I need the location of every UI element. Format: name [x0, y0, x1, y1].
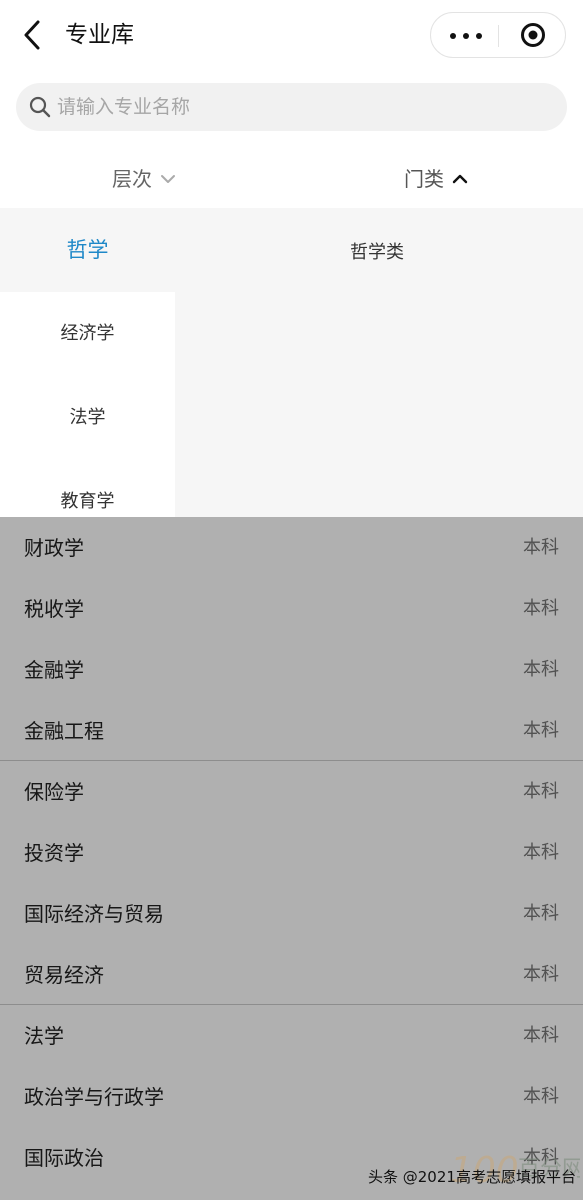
category-item-philosophy[interactable]: 哲学 — [0, 208, 175, 292]
major-level: 本科 — [523, 1025, 559, 1046]
subcategory-item-philosophy[interactable]: 哲学类 — [350, 238, 404, 264]
more-dots-icon — [450, 33, 456, 39]
major-level: 本科 — [523, 964, 559, 985]
major-name: 保险学 — [24, 780, 84, 804]
back-chevron-icon — [24, 20, 40, 50]
major-list: 财政学 本科 税收学 本科 金融学 本科 金融工程 本科 保险学 本科 投资学 … — [0, 517, 583, 1200]
major-level: 本科 — [523, 903, 559, 924]
watermark-text: 头条 @2021高考志愿填报平台 — [368, 1168, 576, 1186]
search-icon — [29, 96, 51, 118]
list-item[interactable]: 国际经济与贸易 本科 — [0, 883, 583, 944]
major-name: 国际政治 — [24, 1146, 104, 1170]
page-title: 专业库 — [65, 22, 134, 48]
level-filter-label: 层次 — [112, 167, 152, 191]
nav-bar: 专业库 — [0, 0, 583, 70]
list-item[interactable]: 投资学 本科 — [0, 822, 583, 883]
list-item[interactable]: 保险学 本科 — [0, 761, 583, 822]
major-name: 金融工程 — [24, 719, 104, 743]
search-placeholder: 请输入专业名称 — [57, 96, 191, 118]
category-list: 哲学 经济学 法学 教育学 — [0, 208, 175, 518]
more-dots-icon — [476, 33, 482, 39]
major-name: 法学 — [24, 1024, 64, 1048]
capsule-divider — [498, 25, 499, 47]
major-name: 国际经济与贸易 — [24, 902, 164, 926]
category-filter[interactable]: 门类 — [404, 162, 468, 196]
major-level: 本科 — [523, 720, 559, 741]
close-mini-program-button[interactable] — [520, 22, 546, 48]
major-name: 政治学与行政学 — [24, 1085, 164, 1109]
mini-program-capsule — [430, 12, 566, 58]
major-level: 本科 — [523, 781, 559, 802]
category-filter-label: 门类 — [404, 167, 444, 191]
major-level: 本科 — [523, 598, 559, 619]
chevron-up-icon — [452, 174, 468, 184]
major-level: 本科 — [523, 1086, 559, 1107]
category-item-law[interactable]: 法学 — [0, 376, 175, 460]
target-circle-icon — [521, 23, 545, 47]
major-level: 本科 — [523, 659, 559, 680]
list-item[interactable]: 金融工程 本科 — [0, 700, 583, 761]
more-dots-icon — [463, 33, 469, 39]
major-name: 金融学 — [24, 658, 84, 682]
major-name: 贸易经济 — [24, 963, 104, 987]
major-level: 本科 — [523, 842, 559, 863]
major-name: 税收学 — [24, 597, 84, 621]
major-name: 财政学 — [24, 536, 84, 560]
category-item-economics[interactable]: 经济学 — [0, 292, 175, 376]
filter-bar: 层次 门类 — [0, 150, 583, 208]
search-input[interactable]: 请输入专业名称 — [16, 83, 567, 131]
list-item[interactable]: 法学 本科 — [0, 1005, 583, 1066]
chevron-down-icon — [161, 175, 175, 183]
level-filter[interactable]: 层次 — [112, 162, 175, 196]
list-item[interactable]: 政治学与行政学 本科 — [0, 1066, 583, 1127]
list-item[interactable]: 贸易经济 本科 — [0, 944, 583, 1005]
list-item[interactable]: 税收学 本科 — [0, 578, 583, 639]
list-item[interactable]: 财政学 本科 — [0, 517, 583, 578]
list-item[interactable]: 金融学 本科 — [0, 639, 583, 700]
major-name: 投资学 — [24, 841, 84, 865]
major-level: 本科 — [523, 537, 559, 558]
back-button[interactable] — [18, 17, 48, 53]
more-button[interactable] — [445, 19, 487, 51]
